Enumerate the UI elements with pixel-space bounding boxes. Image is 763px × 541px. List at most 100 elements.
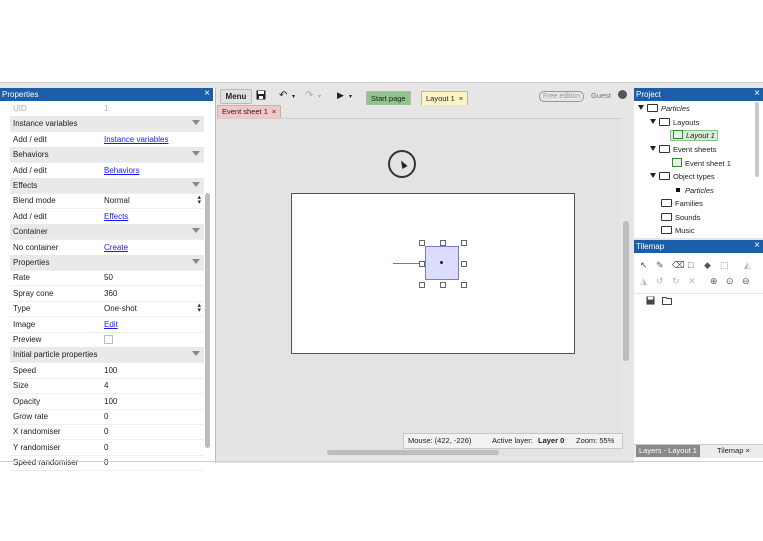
chevron-down-icon[interactable]: ▾ [318, 92, 321, 103]
tree-item-layouts[interactable]: Layouts [650, 117, 699, 129]
property-row[interactable]: Type One-shot ▴ ▾ [10, 301, 204, 318]
vertical-scrollbar[interactable] [623, 221, 629, 361]
pencil-icon[interactable]: ✎ [656, 260, 664, 270]
property-row[interactable]: Speed randomiser 0 [10, 455, 204, 472]
tree-item-layout-1[interactable]: Layout 1 [670, 130, 718, 142]
rotate-cw-icon[interactable]: ↻ [672, 276, 680, 286]
eraser-icon[interactable]: ⌫ [672, 260, 685, 270]
property-section[interactable]: Container [10, 224, 204, 241]
resize-handle[interactable] [419, 240, 425, 246]
property-link[interactable]: Behaviors [104, 166, 140, 175]
close-icon[interactable]: × [204, 88, 210, 100]
zoom-out-icon[interactable]: ⊖ [742, 276, 750, 286]
property-link[interactable]: Edit [104, 320, 118, 329]
resize-handle[interactable] [461, 240, 467, 246]
property-row[interactable]: No container Create [10, 240, 204, 256]
reset-icon[interactable]: ✕ [688, 276, 696, 286]
save-icon[interactable] [256, 90, 266, 103]
user-icon[interactable] [618, 90, 627, 99]
tab-event-sheet-1[interactable]: Event sheet 1 × [217, 105, 282, 118]
property-row[interactable]: Size 4 [10, 378, 204, 395]
property-value[interactable]: 100 [104, 397, 117, 406]
close-icon[interactable]: × [459, 94, 463, 103]
property-row[interactable]: Add / edit Instance variables [10, 132, 204, 148]
tab-start-page[interactable]: Start page [366, 91, 411, 105]
property-section[interactable]: Instance variables [10, 116, 204, 133]
play-icon[interactable]: ▶ [337, 90, 344, 101]
menu-button[interactable]: Menu [220, 89, 252, 104]
save-icon[interactable] [646, 296, 655, 307]
property-row[interactable]: UID 1 [10, 101, 204, 117]
property-link[interactable]: Create [104, 243, 128, 252]
dropdown-arrows-icon[interactable]: ▴ ▾ [197, 194, 201, 206]
redo-icon[interactable]: ↷ [305, 90, 313, 101]
property-select[interactable]: Normal [104, 196, 130, 205]
pointer-icon[interactable]: ↖ [640, 260, 648, 270]
property-value[interactable]: 4 [104, 381, 108, 390]
collapse-icon[interactable] [192, 120, 200, 126]
layout-canvas[interactable] [291, 193, 575, 354]
tree-item-root[interactable]: Particles [638, 103, 690, 115]
property-row[interactable]: Add / edit Effects [10, 209, 204, 225]
collapse-icon[interactable] [192, 182, 200, 187]
expand-icon[interactable] [650, 146, 656, 151]
zoom-in-icon[interactable]: ⊕ [710, 276, 718, 286]
horizontal-scrollbar[interactable] [327, 450, 499, 455]
select-rect-icon[interactable]: ⬚ [720, 260, 729, 270]
mirror-icon[interactable]: ◭ [744, 260, 751, 270]
property-row[interactable]: Preview [10, 332, 204, 348]
resize-handle[interactable] [440, 240, 446, 246]
property-row[interactable]: Grow rate 0 [10, 409, 204, 425]
close-icon[interactable]: × [272, 107, 276, 116]
close-icon[interactable]: × [746, 446, 750, 455]
flip-icon[interactable]: ◮ [640, 276, 647, 286]
preview-checkbox[interactable] [104, 335, 113, 344]
property-value[interactable]: 100 [104, 366, 117, 375]
tree-item-particles-object[interactable]: Particles [676, 185, 714, 197]
resize-handle[interactable] [461, 261, 467, 267]
property-value[interactable]: 0 [104, 427, 108, 436]
property-link[interactable]: Instance variables [104, 135, 168, 144]
property-value[interactable]: 0 [104, 443, 108, 452]
rotate-ccw-icon[interactable]: ↺ [656, 276, 664, 286]
resize-handle[interactable] [419, 261, 425, 267]
tree-item-families[interactable]: Families [661, 198, 703, 210]
tab-layers-layout-1[interactable]: Layers - Layout 1 [636, 445, 700, 457]
collapse-icon[interactable] [192, 228, 200, 234]
property-row[interactable]: X randomiser 0 [10, 424, 204, 441]
project-scrollbar[interactable] [755, 102, 759, 177]
dropdown-arrows-icon[interactable]: ▴ ▾ [197, 302, 201, 314]
property-row[interactable]: Opacity 100 [10, 394, 204, 410]
expand-icon[interactable] [650, 119, 656, 124]
property-value[interactable]: 360 [104, 289, 117, 298]
property-row[interactable]: Spray cone 360 [10, 286, 204, 302]
close-icon[interactable]: × [754, 240, 760, 252]
tree-item-event-sheet-1[interactable]: Event sheet 1 [672, 158, 731, 170]
properties-scrollbar[interactable] [205, 193, 210, 448]
layout-view[interactable]: Mouse: (422, -226) Active layer: Layer 0… [217, 118, 623, 456]
property-section[interactable]: Initial particle properties [10, 347, 204, 364]
particles-object[interactable] [425, 246, 459, 280]
property-select[interactable]: One-shot [104, 304, 137, 313]
fill-icon[interactable]: ◆ [704, 260, 711, 270]
tree-item-music[interactable]: Music [661, 225, 695, 237]
property-row[interactable]: Y randomiser 0 [10, 440, 204, 456]
property-value[interactable]: 0 [104, 458, 108, 467]
resize-handle[interactable] [440, 282, 446, 288]
resize-handle[interactable] [419, 282, 425, 288]
chevron-down-icon[interactable]: ▾ [349, 92, 352, 103]
property-section[interactable]: Behaviors [10, 147, 204, 164]
property-value[interactable]: 50 [104, 273, 113, 282]
tab-layout-1[interactable]: Layout 1 × [421, 91, 469, 105]
property-row[interactable]: Add / edit Behaviors [10, 163, 204, 179]
close-icon[interactable]: × [754, 88, 760, 100]
property-section[interactable]: Effects [10, 178, 204, 194]
expand-icon[interactable] [650, 173, 656, 178]
property-row[interactable]: Image Edit [10, 317, 204, 333]
collapse-icon[interactable] [192, 259, 200, 264]
folder-icon[interactable] [662, 296, 672, 307]
expand-icon[interactable] [638, 105, 644, 110]
property-link[interactable]: Effects [104, 212, 128, 221]
chevron-down-icon[interactable]: ▾ [292, 92, 295, 103]
property-row[interactable]: Rate 50 [10, 270, 204, 287]
